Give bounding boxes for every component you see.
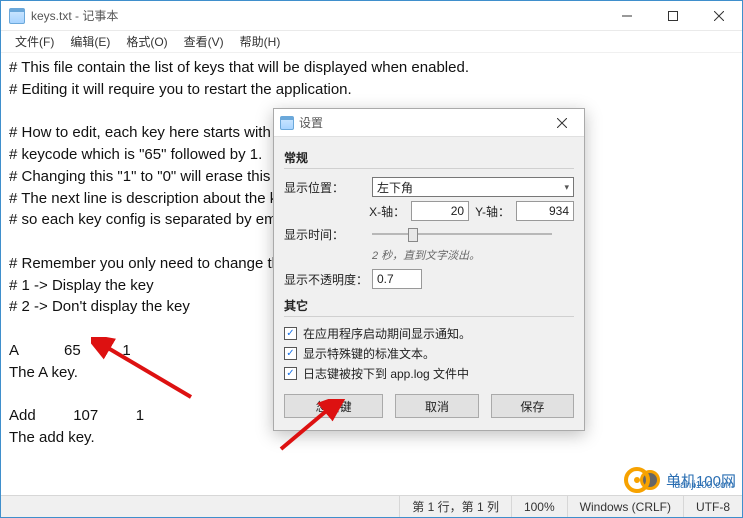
status-eol: Windows (CRLF)	[567, 496, 683, 517]
close-button[interactable]	[696, 1, 742, 31]
display-time-hint: 2 秒，直到文字淡出。	[284, 247, 574, 263]
checkbox-special-keys[interactable]: ✓ 显示特殊键的标准文本。	[284, 345, 574, 362]
dialog-close-button[interactable]	[540, 109, 584, 137]
chevron-down-icon: ▾	[564, 182, 569, 193]
cancel-button[interactable]: 取消	[395, 394, 478, 418]
status-zoom: 100%	[511, 496, 567, 517]
window-title: keys.txt - 记事本	[31, 7, 604, 24]
notepad-icon	[9, 8, 25, 24]
save-button[interactable]: 保存	[491, 394, 574, 418]
x-axis-label: X-轴：	[369, 203, 405, 220]
display-position-label: 显示位置：	[284, 179, 372, 196]
menu-edit[interactable]: 编辑(E)	[62, 31, 118, 52]
ignore-keys-button[interactable]: 忽略键	[284, 394, 383, 418]
y-axis-field[interactable]: 934	[516, 201, 574, 221]
y-axis-label: Y-轴：	[475, 203, 510, 220]
checkbox-log-keys[interactable]: ✓ 日志键被按下到 app.log 文件中	[284, 365, 574, 382]
status-position: 第 1 行，第 1 列	[399, 496, 511, 517]
opacity-field[interactable]: 0.7	[372, 269, 422, 289]
checkbox-label: 在应用程序启动期间显示通知。	[303, 325, 471, 342]
watermark-logo-icon	[624, 467, 650, 493]
checkbox-icon: ✓	[284, 347, 297, 360]
menu-format[interactable]: 格式(O)	[118, 31, 175, 52]
menubar: 文件(F) 编辑(E) 格式(O) 查看(V) 帮助(H)	[1, 31, 742, 53]
window-titlebar: keys.txt - 记事本	[1, 1, 742, 31]
display-position-combo[interactable]: 左下角 ▾	[372, 177, 574, 197]
display-time-slider[interactable]	[372, 225, 552, 243]
dialog-icon	[280, 116, 294, 130]
settings-dialog: 设置 常规 显示位置： 左下角 ▾ X-轴： 20 Y-轴： 934 显示时间：	[273, 108, 585, 431]
checkbox-icon: ✓	[284, 367, 297, 380]
statusbar: 第 1 行，第 1 列 100% Windows (CRLF) UTF-8	[1, 495, 742, 517]
maximize-button[interactable]	[650, 1, 696, 31]
menu-view[interactable]: 查看(V)	[176, 31, 232, 52]
checkbox-icon: ✓	[284, 327, 297, 340]
menu-file[interactable]: 文件(F)	[7, 31, 62, 52]
display-position-value: 左下角	[377, 179, 413, 196]
checkbox-startup-notify[interactable]: ✓ 在应用程序启动期间显示通知。	[284, 325, 574, 342]
checkbox-label: 显示特殊键的标准文本。	[303, 345, 435, 362]
section-other-label: 其它	[284, 297, 574, 314]
display-time-label: 显示时间：	[284, 226, 372, 243]
menu-help[interactable]: 帮助(H)	[232, 31, 289, 52]
opacity-label: 显示不透明度：	[284, 271, 372, 288]
watermark-url: danji100.com	[675, 480, 734, 491]
dialog-titlebar[interactable]: 设置	[274, 109, 584, 137]
minimize-button[interactable]	[604, 1, 650, 31]
x-axis-field[interactable]: 20	[411, 201, 469, 221]
section-general-label: 常规	[284, 149, 574, 166]
status-encoding: UTF-8	[683, 496, 742, 517]
checkbox-label: 日志键被按下到 app.log 文件中	[303, 365, 469, 382]
dialog-title: 设置	[299, 114, 323, 131]
